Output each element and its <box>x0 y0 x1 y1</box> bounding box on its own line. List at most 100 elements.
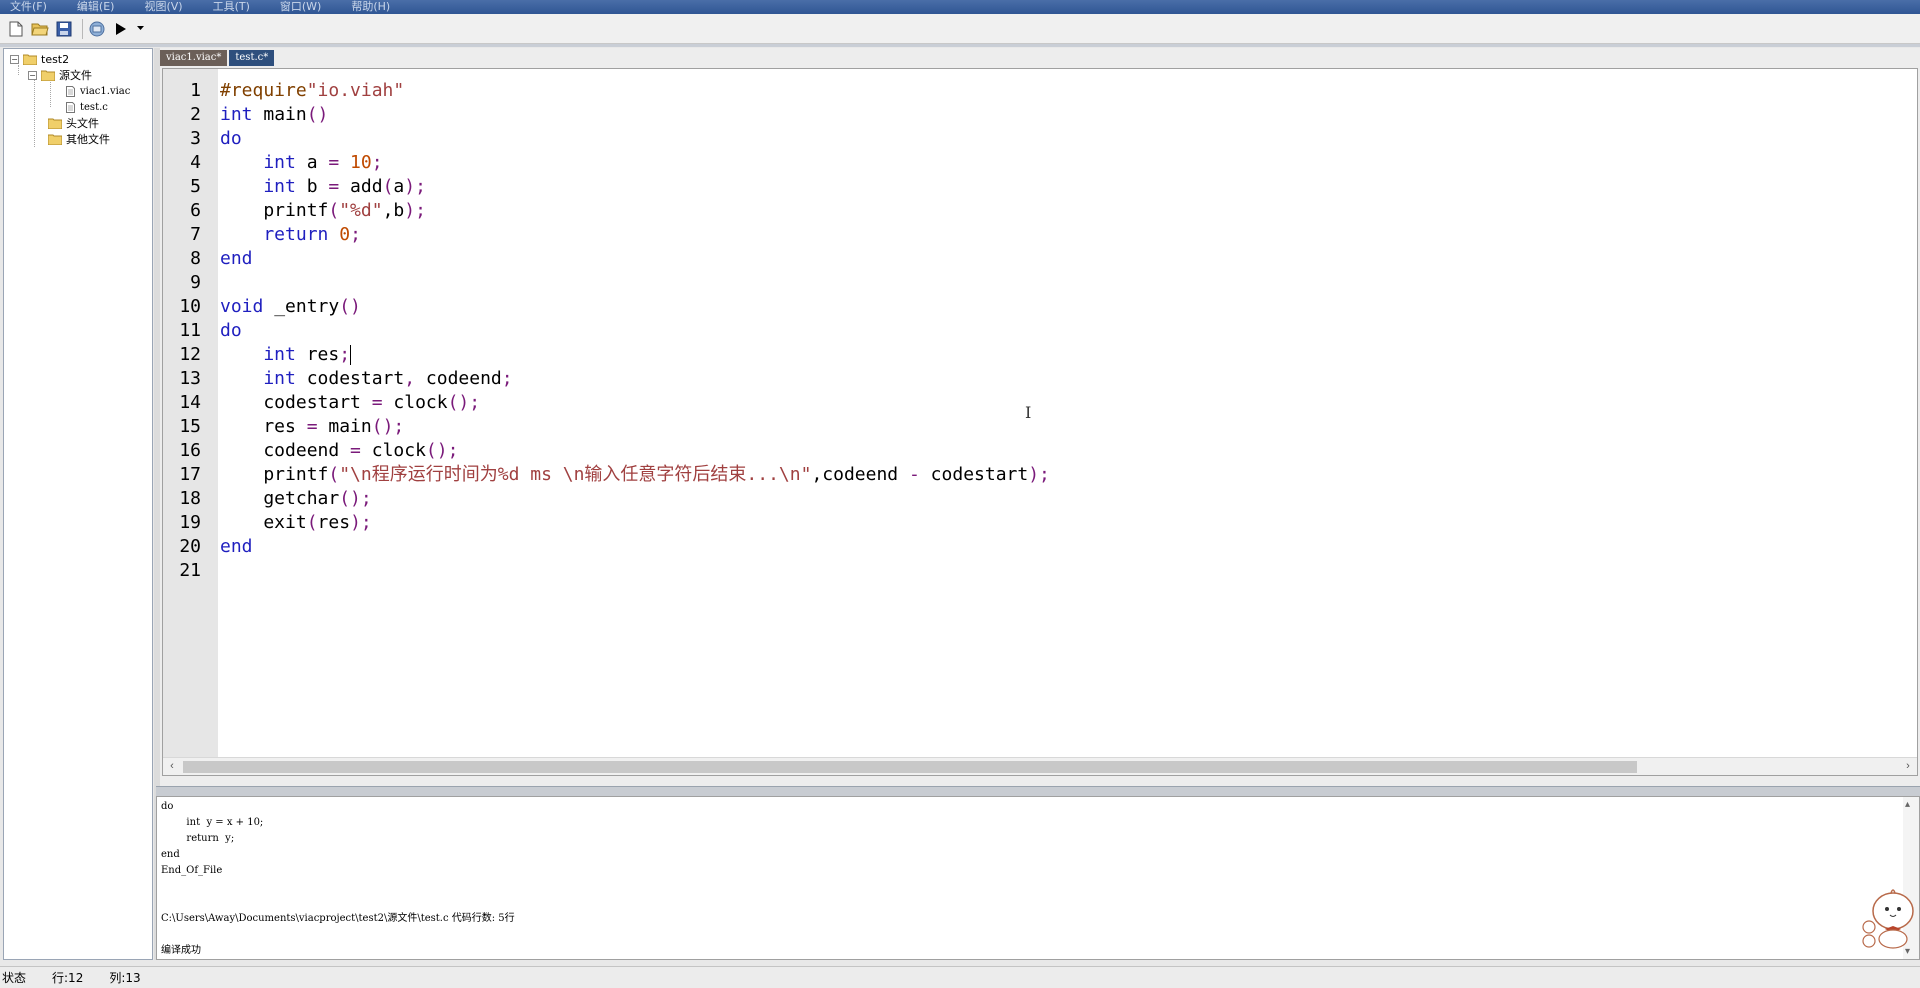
tree-item-file-test[interactable]: test.c <box>66 99 108 115</box>
string-literal: "%d" <box>339 200 383 221</box>
number-literal: 0 <box>328 224 351 245</box>
line-number: 13 <box>179 368 201 389</box>
scroll-right-icon[interactable]: › <box>1901 760 1915 772</box>
string-literal: "\n程序运行时间为%d ms \n输入任意字符后结束...\n" <box>339 464 812 485</box>
new-file-icon <box>9 21 23 36</box>
toolbar <box>0 14 1920 44</box>
scroll-up-icon[interactable]: ▴ <box>1905 799 1910 810</box>
operator: = <box>328 152 340 173</box>
open-folder-button[interactable] <box>30 19 50 39</box>
status-col: 列:13 <box>109 971 141 985</box>
folder-icon <box>48 134 62 145</box>
punctuation: (); <box>447 392 481 413</box>
output-line: End_Of_File <box>161 865 223 876</box>
ide-window: 文件(F) 编辑(E) 视图(V) 工具(T) 窗口(W) 帮助(H) − te… <box>0 0 1920 988</box>
status-row: 行:12 <box>52 971 84 985</box>
punctuation: ( <box>306 512 318 533</box>
text-caret <box>350 345 352 365</box>
identifier: codestart <box>220 392 372 413</box>
keyword: void <box>220 296 264 317</box>
operator: = <box>371 392 383 413</box>
code-line-5: int b = add(a); <box>220 175 426 199</box>
punctuation: , <box>404 368 416 389</box>
identifier: res <box>295 344 340 365</box>
file-icon <box>66 85 75 97</box>
punctuation: ; <box>350 224 361 245</box>
collapse-toggle[interactable]: − <box>10 54 19 64</box>
run-button[interactable] <box>111 19 131 39</box>
folder-icon <box>41 70 55 81</box>
save-icon <box>56 21 72 36</box>
punctuation: () <box>306 104 329 125</box>
output-panel: do int y = x + 10; return y; end End_Of_… <box>156 796 1920 960</box>
toolbar-separator <box>82 18 83 39</box>
code-line-15: res = main(); <box>220 415 404 439</box>
output-line: do <box>161 801 174 812</box>
punctuation: ); <box>350 512 372 533</box>
code-editor[interactable]: 1 2 3 4 5 6 7 8 9 10 11 12 13 14 15 16 1… <box>162 68 1918 776</box>
code-line-11: do <box>220 320 242 341</box>
code-line-16: codeend = clock(); <box>220 439 458 463</box>
identifier: codestart <box>295 368 405 389</box>
menu-edit[interactable]: 编辑(E) <box>77 1 115 13</box>
line-number: 19 <box>179 512 201 533</box>
identifier: ,b <box>382 200 405 221</box>
folder-icon <box>23 54 37 65</box>
editor-tabs: viac1.viac* test.c* <box>160 50 276 68</box>
line-number: 9 <box>190 272 201 293</box>
scrollbar-thumb[interactable] <box>183 761 1637 773</box>
code-line-4: int a = 10; <box>220 151 382 175</box>
tree-line <box>34 77 35 147</box>
menu-file[interactable]: 文件(F) <box>10 1 47 13</box>
line-number: 11 <box>179 320 201 341</box>
punctuation: (); <box>371 416 405 437</box>
horizontal-scrollbar[interactable]: ‹ › <box>163 757 1917 775</box>
run-dropdown-button[interactable] <box>135 19 145 39</box>
output-line: int y = x + 10; <box>161 817 264 828</box>
tree-item-project[interactable]: − test2 <box>10 51 69 67</box>
identifier: main <box>317 416 372 437</box>
scroll-left-icon[interactable]: ‹ <box>165 760 179 772</box>
keyword: int <box>220 368 296 389</box>
code-line-6: printf("%d",b); <box>220 199 426 223</box>
save-button[interactable] <box>54 19 74 39</box>
tree-item-other-folder[interactable]: 其他文件 <box>48 131 110 147</box>
punctuation: ; <box>339 344 351 365</box>
string-literal: "io.viah" <box>306 80 405 101</box>
keyword: int <box>220 152 296 173</box>
folder-icon <box>48 118 62 129</box>
line-number: 12 <box>179 344 201 365</box>
code-line-7: return 0; <box>220 223 361 247</box>
horizontal-splitter[interactable] <box>156 786 1920 796</box>
menu-view[interactable]: 视图(V) <box>144 1 182 13</box>
play-icon <box>116 22 126 35</box>
open-folder-icon <box>31 23 49 35</box>
project-tree: − test2 − 源文件 viac1.viac test.c 头文件 其他文件 <box>3 48 153 960</box>
menu-tools[interactable]: 工具(T) <box>213 1 250 13</box>
punctuation: ); <box>1028 464 1050 485</box>
identifier: res <box>220 416 307 437</box>
keyword: int <box>220 176 296 197</box>
tab-test-c[interactable]: test.c* <box>229 50 275 66</box>
tree-item-file-viac1[interactable]: viac1.viac <box>66 83 130 99</box>
chevron-down-icon <box>136 26 144 30</box>
menu-window[interactable]: 窗口(W) <box>280 1 321 13</box>
menu-help[interactable]: 帮助(H) <box>351 1 390 13</box>
new-file-button[interactable] <box>6 19 26 39</box>
line-number: 6 <box>190 200 201 221</box>
punctuation: ( <box>382 176 394 197</box>
collapse-toggle[interactable]: − <box>28 70 37 80</box>
tree-item-source-folder[interactable]: − 源文件 <box>28 67 92 83</box>
identifier: clock <box>360 440 426 461</box>
line-number-gutter: 1 2 3 4 5 6 7 8 9 10 11 12 13 14 15 16 1… <box>163 69 218 757</box>
identifier: add <box>339 176 383 197</box>
line-number: 18 <box>179 488 201 509</box>
identifier: codeend <box>415 368 502 389</box>
tab-viac1[interactable]: viac1.viac* <box>160 50 228 66</box>
tree-item-label: 其他文件 <box>66 133 110 146</box>
build-icon <box>89 21 105 36</box>
tree-item-header-folder[interactable]: 头文件 <box>48 115 99 131</box>
code-line-14: codestart = clock(); <box>220 391 480 415</box>
build-button[interactable] <box>87 19 107 39</box>
code-line-8: end <box>220 248 253 269</box>
